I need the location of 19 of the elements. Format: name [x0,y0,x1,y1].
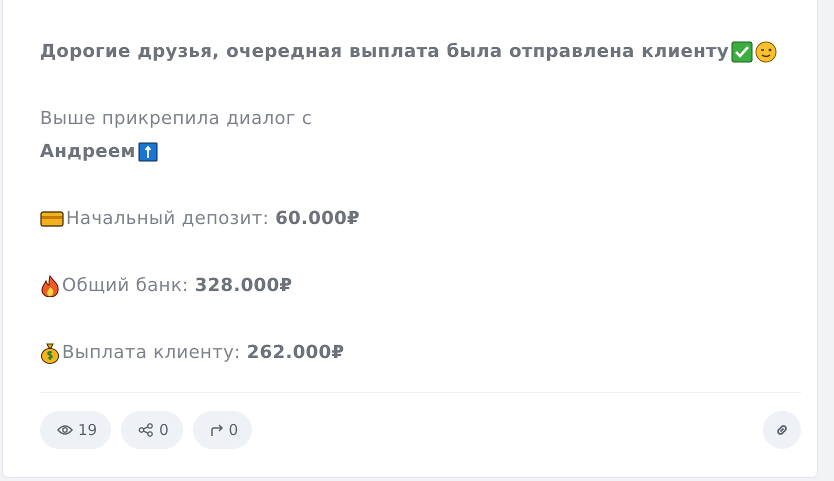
forward-arrow-icon [210,423,224,437]
check-mark-icon [731,40,754,62]
post-text: Начальный депозит: 60.000₽ [66,208,360,229]
post-heading: Дорогие друзья, очередная выплата была отправлена клиенту [40,41,730,62]
post-text: Выше прикрепила диалог с [40,108,312,129]
eye-icon [57,424,73,436]
credit-card-icon [40,210,64,228]
post-text: Общий банк: 328.000₽ [62,275,292,296]
post-heading: Андреем [40,141,136,162]
share-icon [138,423,154,437]
copy-link-button[interactable] [763,411,801,449]
flame-icon [40,274,60,296]
views-counter: 19 [40,411,112,449]
shares-button[interactable]: 0 [121,411,183,449]
forward-button[interactable]: 0 [192,411,252,449]
money-bag-icon [40,342,60,364]
link-icon [774,422,790,438]
post-text: Выплата клиенту: 262.000₽ [62,342,344,363]
winking-face-icon [755,40,778,62]
